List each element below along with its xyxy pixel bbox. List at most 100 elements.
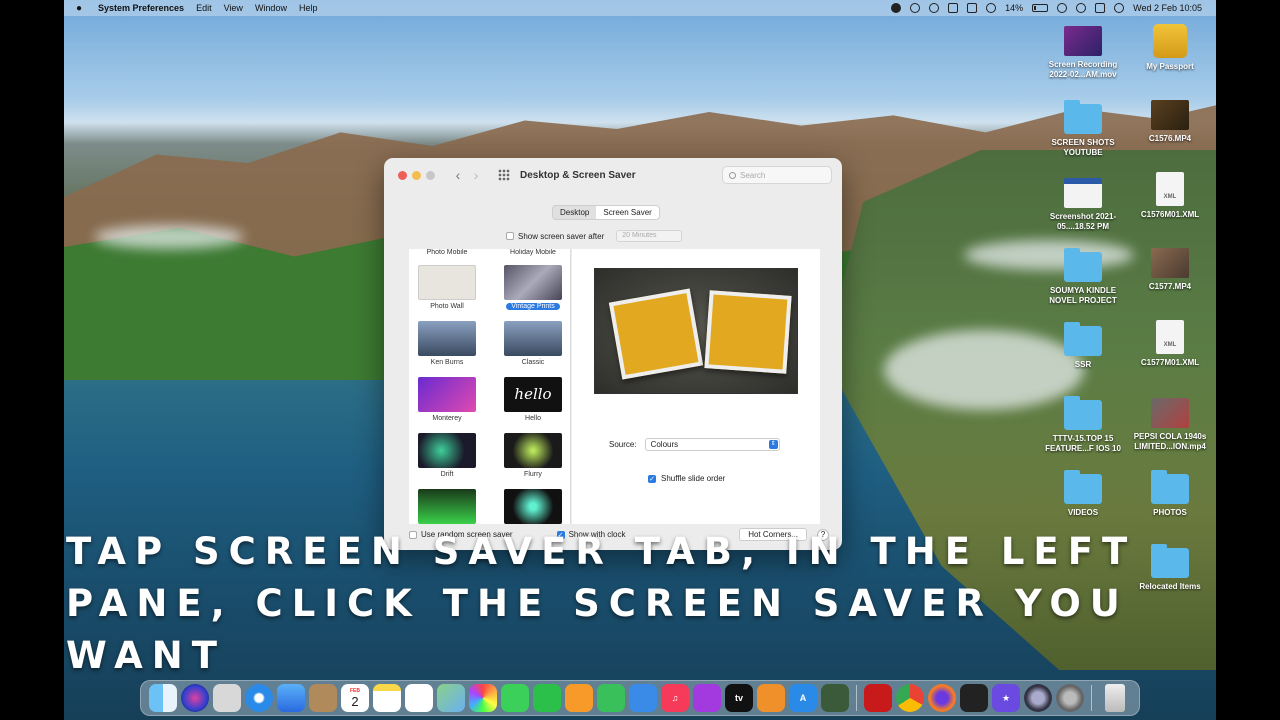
menu-help[interactable]: Help (299, 3, 318, 13)
saver-drift[interactable]: Drift (412, 433, 482, 478)
menu-edit[interactable]: Edit (196, 3, 212, 13)
launchpad-icon[interactable] (213, 684, 241, 712)
display-icon[interactable] (948, 3, 959, 13)
saver-monterey[interactable]: Monterey (412, 377, 482, 422)
desktop-file-pepsi-cola[interactable]: PEPSI COLA 1940s LIMITED...ION.mp4 (1130, 398, 1210, 452)
final-cut-icon[interactable] (960, 684, 988, 712)
shuffle-row: ✓ Shuffle slide order (648, 474, 725, 483)
tab-desktop[interactable]: Desktop (553, 206, 596, 219)
battery-icon[interactable] (1032, 4, 1049, 12)
calendar-icon[interactable]: FEB 2 (341, 684, 369, 712)
forward-chevron-icon[interactable]: › (470, 167, 482, 183)
siri-icon[interactable] (1114, 3, 1125, 13)
saver-vintage-prints[interactable]: Vintage Prints (498, 265, 568, 310)
desktop-drive-my-passport[interactable]: My Passport (1130, 24, 1210, 72)
back-chevron-icon[interactable]: ‹ (452, 167, 464, 183)
control-center-icon[interactable] (1095, 3, 1106, 13)
apple-tv-icon[interactable]: tv (725, 684, 753, 712)
trash-icon[interactable] (1105, 684, 1125, 712)
desktop-folder-screen-shots-youtube[interactable]: SCREEN SHOTS YOUTUBE (1043, 100, 1123, 158)
books-icon[interactable] (757, 684, 785, 712)
desktop-file-c1577m01-xml[interactable]: XML C1577M01.XML (1130, 320, 1210, 368)
siri-icon[interactable] (181, 684, 209, 712)
time-machine-icon[interactable] (929, 3, 940, 13)
dock-separator (1091, 685, 1092, 711)
user-icon[interactable] (1057, 3, 1068, 13)
desktop-file-c1576m01-xml[interactable]: XML C1576M01.XML (1130, 172, 1210, 220)
saver-ken-burns[interactable]: Ken Burns (412, 321, 482, 366)
tab-screen-saver[interactable]: Screen Saver (596, 206, 659, 219)
show-all-grid-icon[interactable] (498, 169, 510, 181)
keychain-icon[interactable] (821, 684, 849, 712)
volume-icon[interactable] (967, 3, 978, 13)
desktop-file-screenshot[interactable]: Screenshot 2021-05....18.52 PM (1043, 178, 1123, 232)
keynote-icon[interactable] (629, 684, 657, 712)
menu-window[interactable]: Window (255, 3, 287, 13)
podcasts-icon[interactable] (693, 684, 721, 712)
chrome-icon[interactable] (896, 684, 924, 712)
music-icon[interactable]: ♫ (661, 684, 689, 712)
safari-icon[interactable] (245, 684, 273, 712)
desktop-folder-videos[interactable]: VIDEOS (1043, 470, 1123, 518)
minimize-button[interactable] (412, 170, 421, 180)
desktop-file-c1576[interactable]: C1576.MP4 (1130, 100, 1210, 144)
saver-flurry[interactable]: Flurry (498, 433, 568, 478)
saver-hello[interactable]: hello Hello (498, 377, 568, 422)
app-menu[interactable]: System Preferences (98, 3, 184, 13)
screen-saver-preview (594, 268, 798, 394)
close-button[interactable] (398, 170, 407, 180)
desktop-file-c1577[interactable]: C1577.MP4 (1130, 248, 1210, 292)
saver-holiday-mobile[interactable]: Holiday Mobile (498, 249, 568, 256)
reminders-icon[interactable] (405, 684, 433, 712)
facetime-icon[interactable] (533, 684, 561, 712)
video-thumbnail-icon (1151, 398, 1189, 428)
firefox-icon[interactable] (928, 684, 956, 712)
show-after-minutes-select[interactable]: 20 Minutes (616, 230, 683, 242)
shuffle-checkbox[interactable]: ✓ (648, 474, 656, 483)
source-select[interactable]: Colours ⇕ (644, 438, 780, 451)
desktop-folder-soumya-kindle[interactable]: SOUMYA KINDLE NOVEL PROJECT (1043, 248, 1123, 306)
finder-icon[interactable] (149, 684, 177, 712)
xml-document-icon: XML (1156, 172, 1184, 206)
maps-icon[interactable] (437, 684, 465, 712)
preview-photo (608, 288, 704, 380)
menu-view[interactable]: View (224, 3, 243, 13)
show-after-checkbox[interactable] (506, 232, 514, 240)
record-stop-icon[interactable] (891, 3, 902, 13)
saver-thumbnail (418, 321, 476, 356)
saver-classic[interactable]: Classic (498, 321, 568, 366)
bluetooth-icon[interactable] (986, 3, 997, 13)
spotlight-icon[interactable] (1076, 3, 1087, 13)
messages-icon[interactable] (501, 684, 529, 712)
saver-photo-wall[interactable]: Photo Wall (412, 265, 482, 310)
mail-icon[interactable] (277, 684, 305, 712)
play-icon[interactable] (910, 3, 921, 13)
external-drive-icon (1153, 24, 1187, 58)
contacts-icon[interactable] (309, 684, 337, 712)
app-store-icon[interactable]: A (789, 684, 817, 712)
saver-thumbnail (418, 489, 476, 524)
saver-label: Hello (525, 415, 541, 422)
pages-icon[interactable] (565, 684, 593, 712)
clock[interactable]: Wed 2 Feb 10:05 (1133, 3, 1202, 13)
desktop-file-screen-recording[interactable]: Screen Recording 2022-02...AM.mov (1043, 26, 1123, 80)
desktop-folder-tttv-15[interactable]: TTTV-15.TOP 15 FEATURE...F IOS 10 (1043, 396, 1123, 454)
apple-menu-icon[interactable]: ● (76, 3, 86, 14)
saver-photo-mobile[interactable]: Photo Mobile (412, 249, 482, 256)
file-label: PHOTOS (1153, 508, 1187, 517)
desktop-folder-ssr[interactable]: SSR (1043, 322, 1123, 370)
search-field[interactable]: Search (722, 166, 832, 184)
saver-more[interactable] (412, 489, 482, 524)
quicktime-icon[interactable] (1024, 684, 1052, 712)
saver-more[interactable] (498, 489, 568, 524)
menu-bar: ● System Preferences Edit View Window He… (64, 0, 1216, 16)
imovie-icon[interactable]: ★ (992, 684, 1020, 712)
tab-bar: Desktop Screen Saver (552, 205, 660, 220)
system-preferences-icon[interactable] (1056, 684, 1084, 712)
notes-icon[interactable] (373, 684, 401, 712)
zoom-button[interactable] (426, 170, 435, 180)
photos-icon[interactable] (469, 684, 497, 712)
numbers-icon[interactable] (597, 684, 625, 712)
acrobat-icon[interactable] (864, 684, 892, 712)
desktop-folder-photos[interactable]: PHOTOS (1130, 470, 1210, 518)
